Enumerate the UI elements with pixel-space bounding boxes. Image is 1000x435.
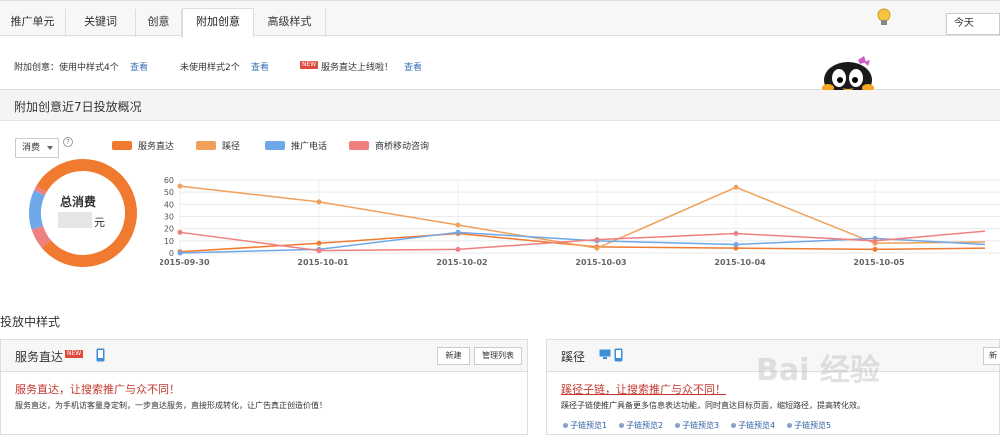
panel-fuwu: 服务直达 NEW 新建 管理列表 服务直达，让搜索推广与众不同！ 服务直达，为手… [0,339,528,435]
y-tick-label: 60 [164,176,174,185]
tab-keywords[interactable]: 关键词 [66,9,136,37]
tab-creative[interactable]: 创意 [136,9,182,37]
mobile-icon [614,348,623,362]
y-tick-label: 40 [164,200,174,209]
legend-dianhua[interactable]: 推广电话 [291,139,327,152]
chart-y-axis: 0 10 20 30 40 50 60 [164,176,174,258]
y-tick-label: 10 [164,237,174,246]
data-point[interactable] [872,238,878,244]
tab-bar: 推广单元 关键词 创意 附加创意 高级样式 今天 [0,0,1000,38]
fuwu-preview-title[interactable]: 服务直达，让搜索推广与众不同！ [15,381,180,397]
panel-fuwu-header: 服务直达 NEW 新建 管理列表 [1,340,527,372]
qijing-sublink-4[interactable]: 子链预览4 [731,420,775,431]
mobile-icon [96,348,105,362]
lightbulb-icon[interactable] [876,7,892,27]
qijing-sublink-2[interactable]: 子链预览2 [619,420,663,431]
x-tick-label: 2015-10-03 [575,258,626,267]
legend-swatch-shangqiao [349,141,369,150]
x-tick-label: 2015-10-02 [436,258,487,267]
panel-fuwu-new-badge: NEW [65,350,84,358]
desktop-icon [599,349,611,359]
data-point[interactable] [455,229,461,235]
data-point[interactable] [177,229,183,235]
data-point[interactable] [177,183,183,189]
fuwu-new-button[interactable]: 新建 [437,347,470,365]
x-tick-label: 2015-10-01 [297,258,349,267]
date-range-select[interactable]: 今天 [946,13,1000,35]
line-chart: 0 10 20 30 40 50 60 2015-09-30 2015-10-01 2015-1… [160,176,1000,267]
qijing-preview-desc: 蹊径子链使推广具备更多信息表达功能，同时直达目标页面，缩短路径，提高转化效。 [561,401,865,410]
data-point[interactable] [594,245,600,251]
new-badge: NEW [300,61,319,69]
not-in-use-count: 未使用样式2个 [180,63,240,73]
fuwu-preview-desc: 服务直达，为手机访客量身定制，一步直达服务，直接形成转化，让广告真正创造价值！ [15,401,327,410]
data-point[interactable] [316,248,322,254]
chart-series [177,183,986,256]
legend-qijing[interactable]: 蹊径 [222,139,240,152]
in-use-count: 附加创意：使用中样式4个 [14,63,119,73]
data-point[interactable] [733,241,739,247]
help-icon[interactable]: ? [63,137,73,147]
data-point[interactable] [455,246,461,252]
y-tick-label: 20 [164,225,174,234]
donut-slice[interactable] [28,190,45,230]
chart-x-axis: 2015-09-30 2015-10-01 2015-10-02 2015-10-03… [160,258,905,267]
legend-swatch-qijing [196,141,216,150]
tab-promotion-unit[interactable]: 推广单元 [0,9,66,37]
y-tick-label: 30 [164,213,174,222]
y-tick-label: 50 [164,188,174,197]
fuwu-manage-list-button[interactable]: 管理列表 [474,347,522,365]
data-point[interactable] [316,240,322,246]
data-point[interactable] [733,231,739,237]
data-point[interactable] [733,184,739,190]
overview-title: 附加创意近7日投放概况 [14,100,142,114]
data-point[interactable] [872,246,878,252]
total-spend-unit: 元 [94,216,105,229]
tab-advanced-style[interactable]: 高级样式 [254,9,326,37]
panel-qijing-title: 蹊径 [561,350,586,364]
x-tick-label: 2015-10-05 [853,258,905,267]
qijing-sublink-1[interactable]: 子链预览1 [563,420,607,431]
baidu-watermark: Bai 经验 [756,353,880,388]
total-spend-value-redacted [58,212,92,228]
view-promo-link[interactable]: 查看 [404,60,422,73]
legend-shangqiao[interactable]: 商桥移动咨询 [375,139,429,152]
qijing-new-button[interactable]: 新 [983,347,1000,365]
panel-fuwu-title: 服务直达 [15,350,64,364]
view-in-use-link[interactable]: 查看 [130,60,148,73]
legend-swatch-fuwu [112,141,132,150]
qijing-preview-title[interactable]: 蹊径子链，让搜索推广与众不同！ [561,381,726,397]
x-tick-label: 2015-10-04 [714,258,766,267]
total-spend-label: 总消费 [60,195,97,209]
qijing-sublink-5[interactable]: 子链预览5 [787,420,831,431]
y-tick-label: 0 [169,249,174,258]
promo-text: 服务直达上线啦！ [321,63,394,73]
legend-swatch-dianhua [265,141,285,150]
series-line [179,232,986,253]
data-point[interactable] [177,250,183,256]
qijing-sublink-3[interactable]: 子链预览3 [675,420,719,431]
data-point[interactable] [316,199,322,205]
view-not-in-use-link[interactable]: 查看 [251,60,269,73]
tab-additional-creative[interactable]: 附加创意 [182,8,254,38]
x-tick-label: 2015-09-30 [160,258,210,267]
data-point[interactable] [455,222,461,228]
overview-header: 附加创意近7日投放概况 [0,90,1000,121]
delivery-title: 投放中样式 [0,315,61,329]
data-point[interactable] [594,237,600,243]
